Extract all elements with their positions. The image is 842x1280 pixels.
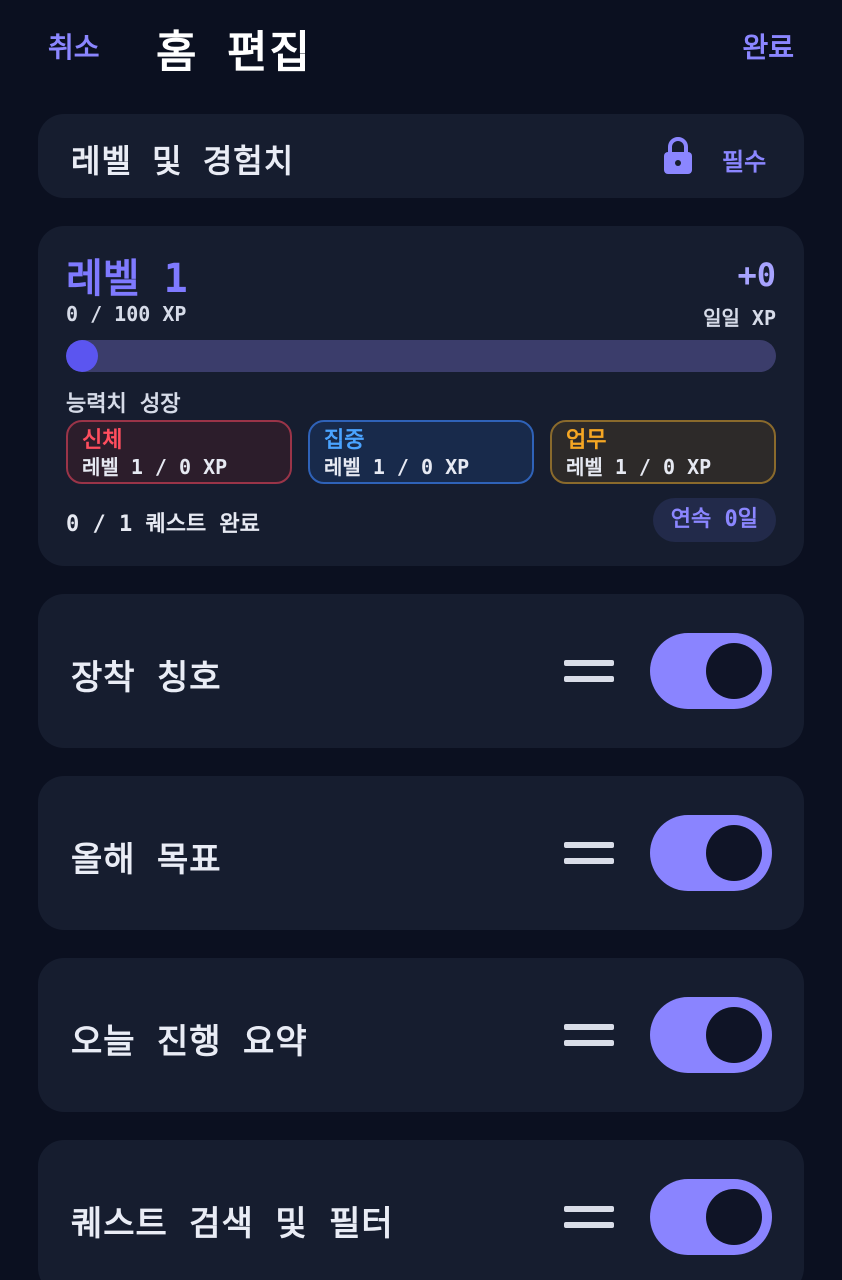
drag-handle-icon[interactable] — [564, 842, 614, 864]
page-title: 홈 편집 — [156, 27, 312, 78]
required-section-row: 레벨 및 경험치 필수 — [38, 114, 804, 198]
stat-name: 집중 — [324, 428, 365, 453]
stat-chip-focus: 집중 레벨 1 / 0 XP — [308, 420, 534, 484]
drag-handle-icon[interactable] — [564, 1024, 614, 1046]
toggle-knob — [706, 1007, 762, 1063]
section-row-today-summary: 오늘 진행 요약 — [38, 958, 804, 1112]
home-edit-screen: 취소 홈 편집 완료 레벨 및 경험치 필수 레벨 1 +0 0 / 100 X… — [0, 0, 842, 1280]
toggle-knob — [706, 643, 762, 699]
lock-icon — [664, 137, 692, 174]
stat-name: 신체 — [82, 428, 123, 453]
daily-xp-gain: +0 — [737, 256, 776, 294]
done-button[interactable]: 완료 — [742, 26, 794, 66]
section-toggle[interactable] — [650, 1179, 772, 1255]
section-toggle[interactable] — [650, 633, 772, 709]
required-badge: 필수 — [722, 148, 767, 176]
section-row-yearly-goal: 올해 목표 — [38, 776, 804, 930]
quests-completed-text: 0 / 1 퀘스트 완료 — [66, 512, 260, 537]
section-label: 올해 목표 — [71, 840, 222, 880]
section-toggle[interactable] — [650, 815, 772, 891]
level-title: 레벨 1 — [66, 256, 188, 302]
section-row-quest-search: 퀘스트 검색 및 필터 — [38, 1140, 804, 1280]
daily-xp-label: 일일 XP — [703, 306, 776, 330]
stats-label: 능력치 성장 — [66, 392, 181, 417]
section-toggle[interactable] — [650, 997, 772, 1073]
stat-chip-body: 신체 레벨 1 / 0 XP — [66, 420, 292, 484]
level-card: 레벨 1 +0 0 / 100 XP 일일 XP 능력치 성장 신체 레벨 1 … — [38, 226, 804, 566]
streak-badge: 연속 0일 — [652, 498, 776, 542]
section-label: 오늘 진행 요약 — [71, 1022, 308, 1062]
stat-value: 레벨 1 / 0 XP — [566, 455, 712, 479]
stat-name: 업무 — [566, 428, 607, 453]
toggle-knob — [706, 1189, 762, 1245]
xp-progress-fill — [66, 340, 98, 372]
cancel-button[interactable]: 취소 — [48, 26, 100, 66]
section-label: 퀘스트 검색 및 필터 — [71, 1204, 394, 1244]
section-row-title: 장착 칭호 — [38, 594, 804, 748]
xp-progress-bar — [66, 340, 776, 372]
xp-text: 0 / 100 XP — [66, 302, 187, 326]
stat-value: 레벨 1 / 0 XP — [82, 455, 228, 479]
header: 취소 홈 편집 완료 — [0, 0, 842, 90]
required-section-label: 레벨 및 경험치 — [71, 142, 295, 180]
stat-chip-work: 업무 레벨 1 / 0 XP — [550, 420, 776, 484]
stat-value: 레벨 1 / 0 XP — [324, 455, 470, 479]
drag-handle-icon[interactable] — [564, 660, 614, 682]
section-label: 장착 칭호 — [71, 658, 222, 698]
toggle-knob — [706, 825, 762, 881]
drag-handle-icon[interactable] — [564, 1206, 614, 1228]
